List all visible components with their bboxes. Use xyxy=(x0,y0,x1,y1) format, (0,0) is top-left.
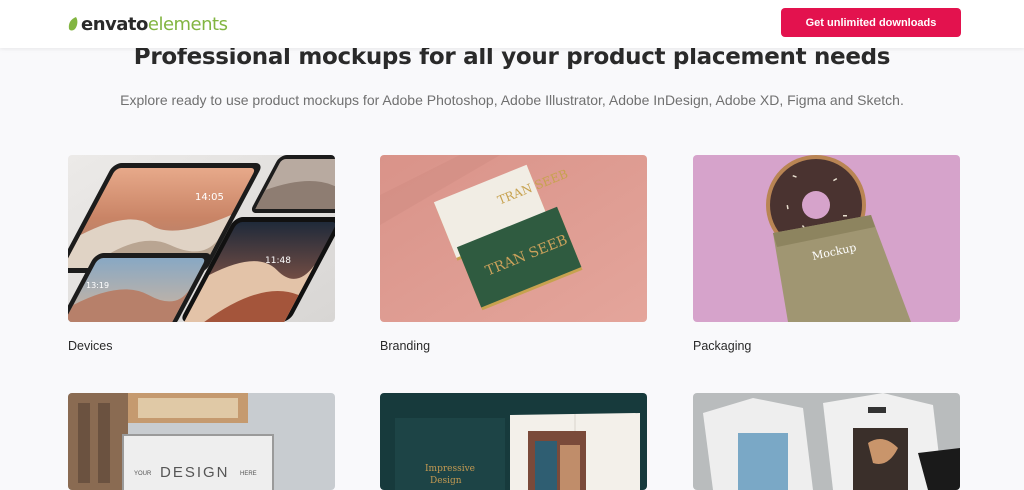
logo-brand-text: envato xyxy=(81,13,148,35)
packaging-thumbnail[interactable]: Mockup xyxy=(693,155,960,322)
packaging-mockup-image: Mockup xyxy=(693,155,960,322)
category-card-branding[interactable]: TRAN SEEB TRAN SEEB Branding xyxy=(380,155,647,353)
branding-thumbnail[interactable]: TRAN SEEB TRAN SEEB xyxy=(380,155,647,322)
category-card-signage[interactable]: YOUR DESIGN HERE xyxy=(68,393,335,490)
page-subtitle: Explore ready to use product mockups for… xyxy=(120,92,904,108)
category-card-packaging[interactable]: Mockup Packaging xyxy=(693,155,960,353)
signage-mockup-image: YOUR DESIGN HERE xyxy=(68,393,335,490)
category-label-branding[interactable]: Branding xyxy=(380,339,430,353)
sign-text-big: DESIGN xyxy=(160,464,230,481)
envato-elements-logo[interactable]: envato elements xyxy=(67,13,228,35)
devices-screen-time-1: 14:05 xyxy=(195,192,224,203)
leaf-icon xyxy=(68,17,78,31)
books-mockup-image: Impressive Design xyxy=(380,393,647,490)
book-title-line-1: Impressive xyxy=(425,464,475,474)
logo-product-text: elements xyxy=(147,13,228,35)
branding-mockup-image: TRAN SEEB TRAN SEEB xyxy=(380,155,647,322)
book-title-line-2: Design xyxy=(430,476,462,486)
signage-thumbnail[interactable]: YOUR DESIGN HERE xyxy=(68,393,335,490)
devices-mockup-image: 14:05 11:48 13:19 xyxy=(68,155,335,322)
get-unlimited-downloads-button[interactable]: Get unlimited downloads xyxy=(781,8,961,37)
sign-text-small-1: YOUR xyxy=(134,471,152,477)
books-thumbnail[interactable]: Impressive Design xyxy=(380,393,647,490)
category-label-devices[interactable]: Devices xyxy=(68,339,112,353)
devices-screen-time-3: 13:19 xyxy=(86,281,109,290)
apparel-mockup-image xyxy=(693,393,960,490)
category-label-packaging[interactable]: Packaging xyxy=(693,339,751,353)
devices-screen-time-2: 11:48 xyxy=(265,256,291,266)
top-navigation-bar: envato elements Get unlimited downloads xyxy=(0,0,1024,48)
category-card-apparel[interactable] xyxy=(693,393,960,490)
apparel-thumbnail[interactable] xyxy=(693,393,960,490)
devices-thumbnail[interactable]: 14:05 11:48 13:19 xyxy=(68,155,335,322)
category-card-books[interactable]: Impressive Design xyxy=(380,393,647,490)
category-card-devices[interactable]: 14:05 11:48 13:19 Devices xyxy=(68,155,335,353)
sign-text-small-2: HERE xyxy=(240,471,257,477)
